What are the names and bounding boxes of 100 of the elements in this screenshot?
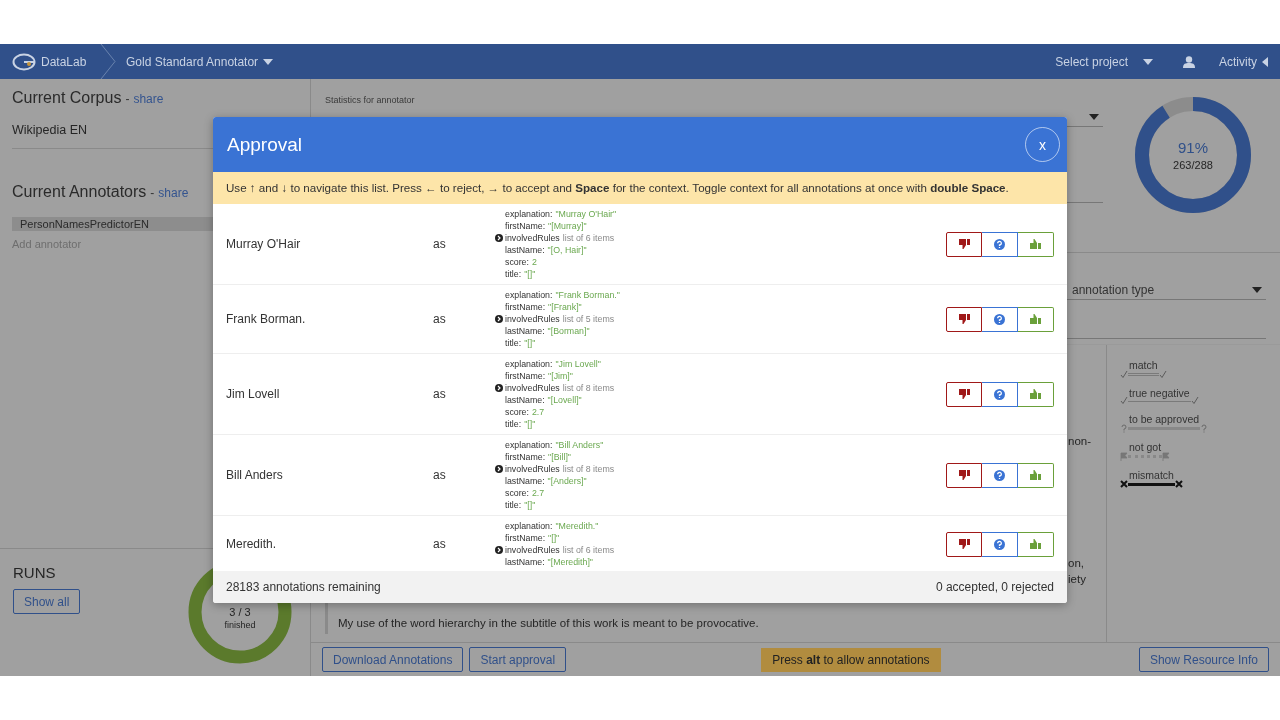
field-value: 2.7: [531, 487, 545, 499]
help-icon: [994, 388, 1005, 400]
share-link[interactable]: share: [158, 182, 189, 204]
field-value: 2.7: [531, 406, 545, 418]
question-icon: [1200, 424, 1209, 433]
section-title: Current Corpus: [12, 88, 122, 108]
count-value: 263/288: [1173, 159, 1213, 171]
hint-badge: Press alt to allow annotations: [761, 647, 941, 672]
remaining-count: 28183 annotations remaining: [226, 580, 381, 594]
legend-label: match: [1128, 359, 1159, 376]
accept-button[interactable]: [1018, 231, 1054, 257]
thumbs-down-icon: [958, 470, 970, 480]
caret-icon: [1089, 114, 1099, 120]
thumbs-up-icon: [1030, 239, 1041, 249]
expand-icon: [495, 234, 503, 242]
app-menu[interactable]: Gold Standard Annotator: [126, 54, 274, 69]
field-value: "[Borman]": [547, 325, 590, 337]
context-button[interactable]: [982, 381, 1018, 407]
reject-button[interactable]: [946, 306, 982, 332]
field-value: list of 5 items: [562, 313, 615, 325]
legend-label: mismatch: [1128, 469, 1175, 486]
field-value: "[]": [524, 499, 536, 511]
field-key: firstName:: [505, 370, 546, 382]
check-icon: [1158, 370, 1167, 379]
legend-label: true negative: [1128, 387, 1191, 402]
reject-button[interactable]: [946, 462, 982, 488]
as-label: as: [433, 387, 447, 401]
expand-icon: [495, 315, 503, 323]
field-value: "Bill Anders": [555, 439, 604, 451]
field-key: title:: [505, 337, 522, 349]
dash-text: -: [125, 91, 130, 108]
logo-icon: [12, 52, 36, 71]
flag-icon: [1120, 452, 1128, 461]
field-value: "Meredith.": [555, 520, 599, 532]
context-button[interactable]: [982, 531, 1018, 557]
field-value: "[Bill]": [548, 451, 571, 463]
share-link[interactable]: share: [133, 88, 164, 110]
text-fragment: non-: [1068, 434, 1093, 449]
context-button[interactable]: [982, 231, 1018, 257]
field-key: firstName:: [505, 451, 546, 463]
field-value: "[]": [548, 532, 560, 544]
field-key: explanation:: [505, 520, 553, 532]
accept-button[interactable]: [1018, 531, 1054, 557]
quote-text: My use of the word hierarchy in the subtitle of this work is meant to be provocative.: [338, 616, 760, 631]
flag-icon: [1162, 452, 1171, 461]
context-button[interactable]: [982, 462, 1018, 488]
show-resource-info-button[interactable]: Show Resource Info: [1138, 647, 1269, 672]
project-select[interactable]: Select project: [1055, 54, 1153, 69]
show-all-button[interactable]: Show all: [13, 589, 81, 614]
run-status: finished: [224, 620, 256, 630]
annotation-text: Murray O'Hair: [226, 237, 302, 251]
accept-button[interactable]: [1018, 462, 1054, 488]
thumbs-up-icon: [1030, 389, 1041, 399]
annotation-text: Frank Borman.: [226, 312, 307, 326]
legend-label: to be approved: [1128, 413, 1201, 430]
download-annotations-button[interactable]: Download Annotations: [322, 647, 464, 672]
field-key: title:: [505, 268, 522, 280]
field-key: explanation:: [505, 439, 553, 451]
field-key: score:: [505, 406, 529, 418]
field-value: "[Meredith]": [547, 556, 593, 568]
field-value: "[]": [524, 418, 536, 430]
field-key: involvedRules: [505, 382, 560, 394]
thumbs-up-icon: [1030, 314, 1041, 324]
field-value: "[O, Hair]": [547, 244, 587, 256]
field-value: "[Anders]": [547, 475, 587, 487]
field-key: firstName:: [505, 532, 546, 544]
help-icon: [994, 238, 1005, 250]
thumbs-up-icon: [1030, 539, 1041, 549]
check-icon: [1120, 370, 1128, 379]
annotation-text: Meredith.: [226, 537, 278, 551]
thumbs-down-icon: [958, 314, 970, 324]
field-key: lastName:: [505, 475, 545, 487]
reject-button[interactable]: [946, 381, 982, 407]
brand-name[interactable]: DataLab: [41, 54, 87, 69]
percent-value: 91%: [1178, 139, 1208, 156]
field-key: explanation:: [505, 208, 553, 220]
caret-icon: [1262, 56, 1268, 67]
field-key: lastName:: [505, 394, 545, 406]
text-fragment: on,: [1068, 556, 1085, 571]
accept-button[interactable]: [1018, 381, 1054, 407]
context-button[interactable]: [982, 306, 1018, 332]
reject-button[interactable]: [946, 231, 982, 257]
reject-button[interactable]: [946, 531, 982, 557]
field-value: "[]": [524, 337, 536, 349]
cross-icon: [1120, 480, 1128, 489]
accept-button[interactable]: [1018, 306, 1054, 332]
field-value: list of 6 items: [562, 544, 615, 556]
field-key: title:: [505, 418, 522, 430]
field-key: explanation:: [505, 289, 553, 301]
as-label: as: [433, 537, 447, 551]
expand-icon: [495, 546, 503, 554]
help-icon: [994, 538, 1005, 550]
start-approval-button[interactable]: Start approval: [469, 647, 567, 672]
thumbs-up-icon: [1030, 470, 1041, 480]
as-label: as: [433, 312, 447, 326]
caret-icon: [1252, 287, 1262, 293]
field-key: lastName:: [505, 325, 545, 337]
field-value: "[Jim]": [548, 370, 573, 382]
activity-menu[interactable]: Activity: [1219, 54, 1268, 69]
field-key: involvedRules: [505, 232, 560, 244]
